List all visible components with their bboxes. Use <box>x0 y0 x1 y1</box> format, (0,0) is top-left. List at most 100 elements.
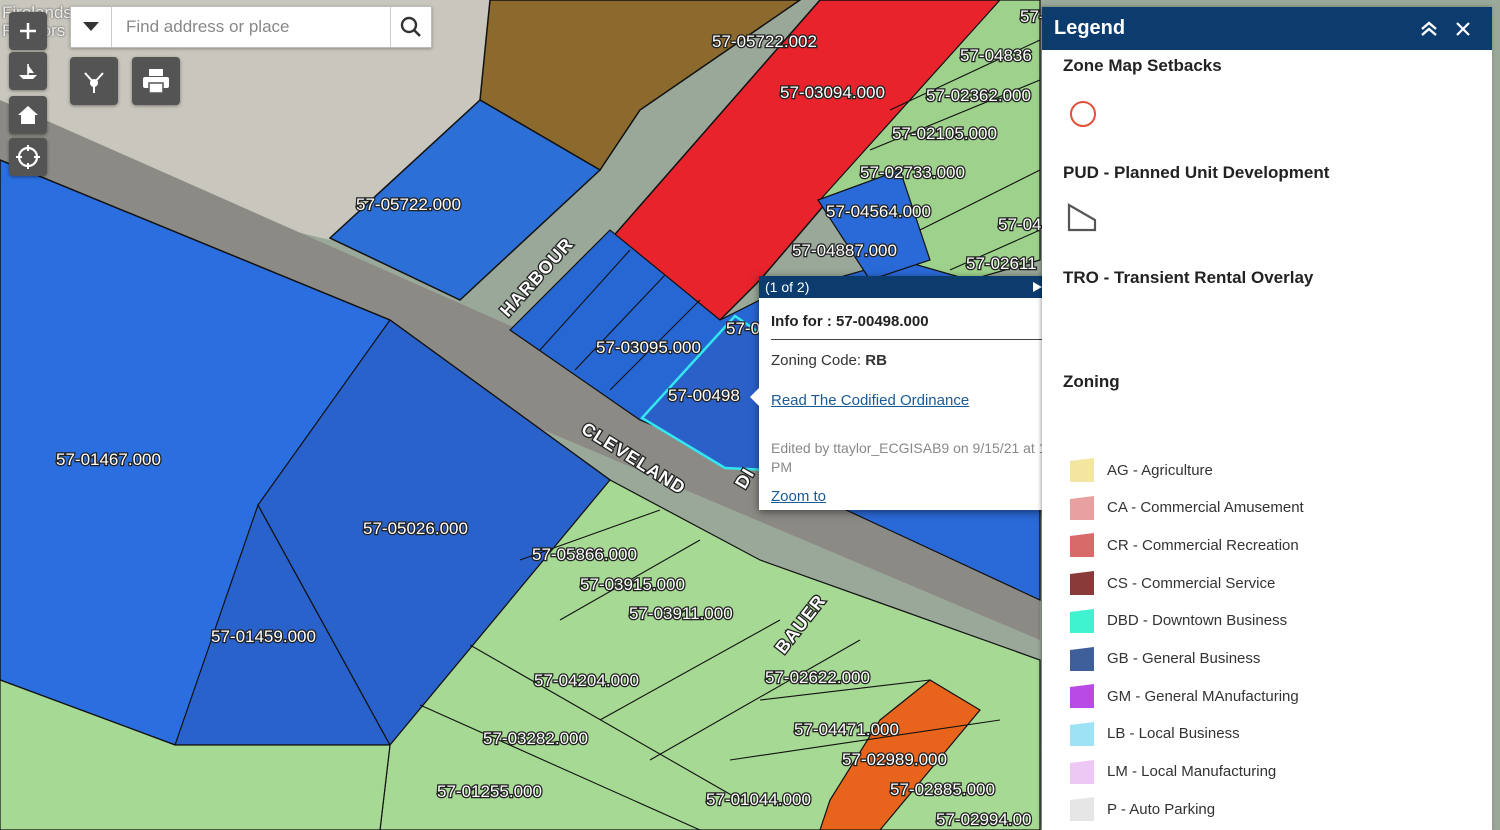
legend-title: Legend <box>1054 17 1126 39</box>
search-input[interactable] <box>112 7 390 47</box>
parcel-label: 57-04887.000 <box>792 241 897 260</box>
search-source-dropdown[interactable] <box>71 7 112 47</box>
home-button[interactable] <box>9 96 47 134</box>
zoom-in-button[interactable] <box>9 12 47 50</box>
zone-label: GB - General Business <box>1107 650 1261 667</box>
zoning-legend-item: DBD - Downtown Business <box>1069 607 1287 635</box>
layer-title-zoning: Zoning <box>1063 372 1120 391</box>
zoning-legend-item: GB - General Business <box>1069 645 1260 673</box>
parcel-label: 57-01255.000 <box>437 782 542 801</box>
legend-header: Legend <box>1042 7 1492 50</box>
print-button[interactable] <box>132 57 180 105</box>
zone-swatch-icon <box>1070 571 1094 596</box>
boat-icon <box>19 64 37 79</box>
zoning-legend-item: CA - Commercial Amusement <box>1069 494 1304 522</box>
zone-swatch-icon <box>1070 458 1094 482</box>
zone-label: DBD - Downtown Business <box>1107 612 1288 630</box>
zone-swatch-icon <box>1070 608 1094 633</box>
popup-pointer <box>750 388 759 406</box>
setback-symbol-icon <box>1070 101 1096 127</box>
layer-title-setbacks: Zone Map Setbacks <box>1063 56 1222 75</box>
layer-title-tro: TRO - Transient Rental Overlay <box>1063 268 1314 287</box>
zoning-legend-item: P - Auto Parking <box>1069 795 1215 823</box>
parcel-label: 57-02733.000 <box>860 163 965 182</box>
zone-label: P - Auto Parking <box>1107 800 1216 818</box>
parcel-label: 57-02885.000 <box>890 780 995 799</box>
ordinance-link[interactable]: Read The Codified Ordinance <box>771 392 969 409</box>
parcel-label: 57-04204.000 <box>534 671 639 690</box>
parcel-label: 57-02105.000 <box>892 124 997 143</box>
parcel-label: 57-02611 <box>966 254 1037 273</box>
legend-close-button[interactable] <box>1446 12 1480 46</box>
search-widget <box>70 6 432 48</box>
zoning-legend-item: CR - Commercial Recreation <box>1069 531 1299 559</box>
edited-info: Edited by ttaylor_ECGISAB9 on 9/15/21 at… <box>771 440 1074 475</box>
zone-swatch-icon <box>1070 721 1094 746</box>
home-icon <box>18 106 38 124</box>
zone-swatch-icon <box>1070 759 1094 784</box>
zoning-legend-item: CS - Commercial Service <box>1069 569 1275 597</box>
search-button[interactable] <box>390 7 431 47</box>
zoning-code-row: Zoning Code: RB <box>771 352 887 369</box>
parcel-label: 57-03282.000 <box>483 729 588 748</box>
parcel-label: 57-02994.00 <box>936 810 1031 829</box>
parcel-label: 57-02622.000 <box>765 668 870 687</box>
zone-label: AG - Agriculture <box>1107 461 1213 479</box>
parcel-label: 57-01044.000 <box>706 790 811 809</box>
zoning-code-label: Zoning Code: <box>771 352 862 369</box>
zone-label: CS - Commercial Service <box>1107 574 1276 592</box>
share-icon <box>84 72 104 93</box>
plus-icon <box>20 23 36 39</box>
close-icon <box>1456 21 1470 36</box>
caret-down-icon <box>83 22 99 31</box>
locate-button[interactable] <box>9 138 47 176</box>
zone-label: CA - Commercial Amusement <box>1107 499 1304 517</box>
popup-title: Info for : 57-00498.000 <box>771 313 929 330</box>
parcel-label: 57-05722.002 <box>712 32 817 51</box>
parcel-label: 57-01467.000 <box>56 450 161 469</box>
legend-panel: Legend Zone Map Setbacks PUD - Planned U… <box>1042 7 1492 830</box>
pud-symbol-icon <box>1067 203 1097 232</box>
parcel-label: 57-02989.000 <box>842 750 947 769</box>
parcel-label: 57-03094.000 <box>780 83 885 102</box>
legend-body[interactable]: Zone Map Setbacks PUD - Planned Unit Dev… <box>1042 50 1492 830</box>
parcel-label: 57-04471.000 <box>794 720 899 739</box>
parcel-label: 57-0 <box>726 319 760 338</box>
parcel-label: 57-01459.000 <box>211 627 316 646</box>
zoom-out-button[interactable] <box>9 52 47 90</box>
zoning-legend-item: GM - General MAnufacturing <box>1069 682 1299 710</box>
zone-swatch-icon <box>1070 797 1094 822</box>
search-icon <box>400 16 421 37</box>
zone-swatch-icon <box>1070 533 1094 558</box>
zone-swatch-icon <box>1070 495 1094 520</box>
zoning-legend-item: LM - Local Manufacturing <box>1069 758 1276 786</box>
layer-title-pud: PUD - Planned Unit Development <box>1063 163 1330 182</box>
printer-icon <box>143 69 169 94</box>
parcel-label: 57-04564.000 <box>826 202 931 221</box>
zone-label: LB - Local Business <box>1107 725 1240 743</box>
popup-counter: (1 of 2) <box>765 279 810 295</box>
parcel-label: 57-04836 <box>960 46 1032 65</box>
parcel-label: 57-03095.000 <box>596 338 701 357</box>
parcel-label: 57-02362.000 <box>926 86 1031 105</box>
zone-swatch-icon <box>1070 684 1094 709</box>
share-button[interactable] <box>70 57 118 105</box>
parcel-label: 57-04 <box>998 215 1041 234</box>
zoning-code-value: RB <box>865 352 887 369</box>
zone-swatch-icon <box>1070 646 1094 671</box>
parcel-label: 57-03911.000 <box>629 604 733 623</box>
legend-collapse-button[interactable] <box>1412 12 1446 46</box>
parcel-label: 57-05026.000 <box>363 519 468 538</box>
zone-label: LM - Local Manufacturing <box>1107 763 1277 781</box>
zone-label: GM - General MAnufacturing <box>1107 687 1299 705</box>
double-chevron-up-icon <box>1421 20 1437 36</box>
parcel-label: 57-05722.000 <box>356 195 461 214</box>
zoning-legend-item: LB - Local Business <box>1069 720 1240 748</box>
zone-label: CR - Commercial Recreation <box>1107 536 1299 554</box>
parcel-label: 57-03915.000 <box>580 575 685 594</box>
crosshair-icon <box>16 145 40 169</box>
parcel-label: 57-00498 <box>668 386 740 405</box>
zoom-to-link[interactable]: Zoom to <box>771 488 826 505</box>
zoning-legend-item: AG - Agriculture <box>1069 456 1213 484</box>
parcel-label: 57-05866.000 <box>532 545 637 564</box>
